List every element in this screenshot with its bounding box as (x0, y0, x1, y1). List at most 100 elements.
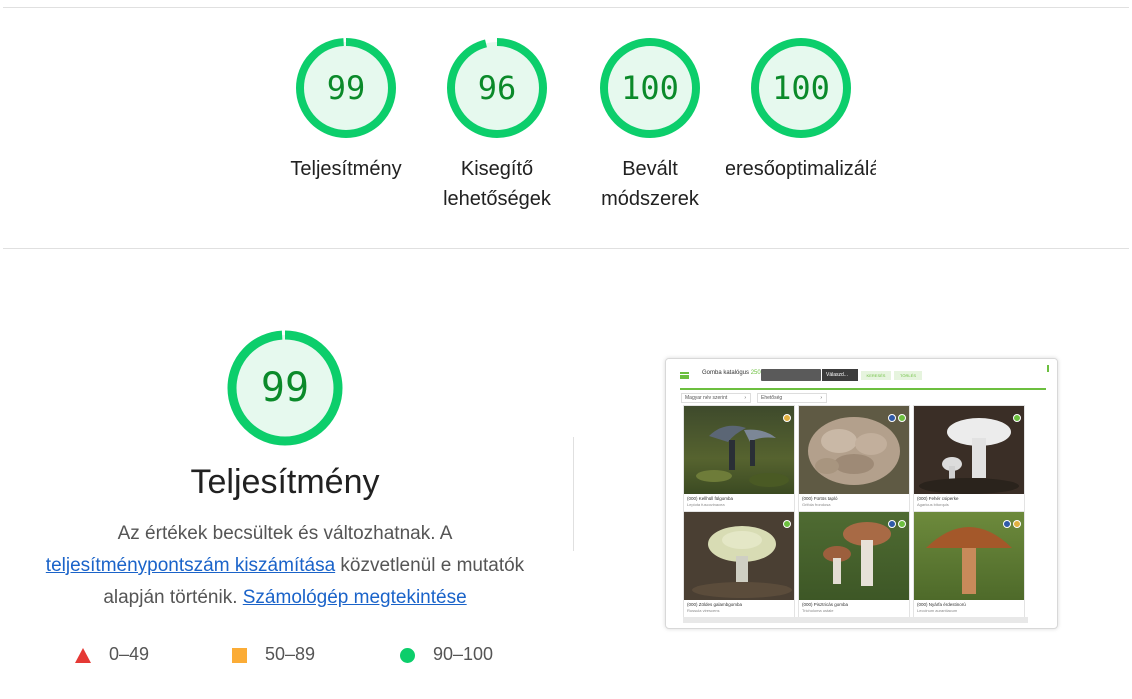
legend-range: 0–49 (109, 644, 150, 664)
gauge-label: Kisegítő lehetőségek (443, 158, 551, 210)
edibility-badge-icon (1013, 520, 1021, 528)
thumb-badges (886, 409, 906, 427)
chevron-down-icon: › (744, 395, 746, 401)
mushroom-image (684, 512, 794, 600)
performance-description: Az értékek becsültek és változhatnak. A … (40, 518, 530, 614)
gauge-label: Teljesítmény (290, 158, 402, 180)
performance-title: Teljesítmény (190, 463, 380, 501)
thumb-brand: Gomba katalógus 250 db (702, 370, 769, 376)
thumb-search-button: KERESÉS (861, 371, 891, 380)
score-value: 99 (260, 365, 310, 411)
thumb-card: (000) Pisztricás gomba Tricholoma ustale (798, 511, 910, 618)
score-ring: 100 (600, 38, 700, 138)
thumb-card-caption: (000) Kellhüll fülgomba Lepiota fuscovin… (684, 494, 794, 511)
gauge-label-text: Keresőoptimalizálás (726, 158, 876, 180)
calculator-link[interactable]: Számológép megtekintése (243, 587, 467, 608)
gauge-accessibility[interactable]: 96 Kisegítő lehetőségek (417, 38, 577, 214)
thumb-clear-button: TÖRLÉS (894, 371, 922, 380)
score-ring: 99 (296, 38, 396, 138)
info-badge-icon (888, 520, 896, 528)
score-ring: 96 (447, 38, 547, 138)
thumb-badges (1001, 515, 1021, 533)
section-divider (3, 248, 1129, 249)
legend-fail: 0–49 (75, 640, 149, 668)
mushroom-photo-icon (692, 526, 792, 598)
red-triangle-icon (75, 647, 91, 663)
info-badge-icon (1003, 520, 1011, 528)
desc-text: Az értékek becsültek és változhatnak. A (117, 523, 453, 544)
green-circle-icon (400, 647, 415, 663)
thumb-scroll-indicator (1047, 365, 1049, 372)
thumb-brand-text: Gomba katalógus (702, 370, 750, 376)
chevron-down-icon: › (820, 395, 822, 401)
performance-gauge-large: 99 (227, 330, 343, 446)
legend-range: 90–100 (433, 644, 494, 664)
orange-square-icon (232, 647, 247, 663)
top-divider (3, 7, 1129, 8)
mushroom-image (914, 512, 1024, 600)
mushroom-photo-icon (696, 425, 789, 487)
thumb-card: (000) Zöldes galambgomba Russula viresce… (683, 511, 795, 618)
thumb-search-input (761, 369, 821, 381)
score-value: 96 (477, 69, 517, 107)
thumb-card-caption: (000) Nyárfa érdestinorú Leccinum aurant… (914, 600, 1024, 617)
thumb-filter-label: Ehetőség (761, 395, 783, 401)
thumb-card-title: (000) Kellhüll fülgomba (687, 496, 734, 501)
thumb-filter-edibility: Ehetőség › (757, 393, 827, 403)
thumb-card-caption: (000) Zöldes galambgomba Russula viresce… (684, 600, 794, 617)
mushroom-image (799, 512, 909, 600)
thumb-card-title: (000) Zöldes galambgomba (687, 602, 743, 607)
thumb-card-title: (000) Pisztricás gomba (802, 602, 849, 607)
thumb-card-subtitle: Russula virescens (687, 608, 720, 613)
thumb-card-title: (000) Fürtös tapló (802, 496, 838, 501)
gauge-label: Bevált módszerek (601, 158, 699, 210)
thumb-card-caption: (000) Pisztricás gomba Tricholoma ustale (799, 600, 909, 617)
thumb-filter-name: Magyar név szerint › (681, 393, 751, 403)
thumb-card-subtitle: Grifola frondosa (802, 502, 831, 507)
thumb-badges (1011, 409, 1021, 427)
legend-average: 50–89 (232, 640, 315, 668)
thumb-card-caption: (000) Fürtös tapló Grifola frondosa (799, 494, 909, 511)
thumb-card-subtitle: Agaricus bitorquis (917, 502, 949, 507)
edibility-badge-icon (898, 520, 906, 528)
edibility-badge-icon (783, 414, 791, 422)
vertical-divider (573, 437, 574, 551)
thumb-next-row-hint (683, 617, 1028, 623)
score-value: 99 (326, 69, 366, 107)
thumb-card-title: (000) Nyárfa érdestinorú (917, 602, 966, 607)
thumb-badges (886, 515, 906, 533)
thumb-card: (000) Fehér csiperke Agaricus bitorquis (913, 405, 1025, 512)
thumb-filter-label: Magyar név szerint (685, 395, 728, 401)
thumb-card: (000) Nyárfa érdestinorú Leccinum aurant… (913, 511, 1025, 618)
score-ring: 100 (751, 38, 851, 138)
thumb-card: (000) Fürtös tapló Grifola frondosa (798, 405, 910, 512)
thumb-card-title: (000) Fehér csiperke (917, 496, 959, 501)
edibility-badge-icon (783, 520, 791, 528)
thumb-select: Válaszd... (822, 369, 858, 381)
mushroom-image (914, 406, 1024, 494)
gauge-best-practices[interactable]: 100 Bevált módszerek (570, 38, 730, 214)
gauge-performance[interactable]: 99 Teljesítmény (266, 38, 426, 184)
gauge-label: Keresőoptimalizálás (726, 154, 876, 184)
thumb-card-subtitle: Tricholoma ustale (802, 608, 834, 613)
mushroom-image (799, 406, 909, 494)
mushroom-image (684, 406, 794, 494)
gauge-seo[interactable]: 100 Keresőoptimalizálás (726, 38, 876, 184)
hamburger-menu-icon (680, 372, 689, 379)
thumb-card-subtitle: Leccinum aurantiacum (917, 608, 958, 613)
thumb-badges (781, 515, 791, 533)
score-calculation-link[interactable]: teljesítménypontszám kiszámítása (46, 555, 335, 576)
thumb-accent-line (680, 388, 1046, 390)
edibility-badge-icon (1013, 414, 1021, 422)
thumb-card-caption: (000) Fehér csiperke Agaricus bitorquis (914, 494, 1024, 511)
thumb-header: Gomba katalógus 250 db Válaszd... KERESÉ… (666, 359, 1057, 389)
info-badge-icon (888, 414, 896, 422)
mushroom-photo-icon (919, 418, 1019, 494)
legend-range: 50–89 (265, 644, 316, 664)
edibility-badge-icon (898, 414, 906, 422)
thumb-card: (000) Kellhüll fülgomba Lepiota fuscovin… (683, 405, 795, 512)
page-screenshot-thumbnail[interactable]: Gomba katalógus 250 db Válaszd... KERESÉ… (665, 358, 1058, 629)
thumb-badges (781, 409, 791, 427)
score-value: 100 (621, 69, 679, 107)
thumb-card-subtitle: Lepiota fuscovinacea (687, 502, 725, 507)
